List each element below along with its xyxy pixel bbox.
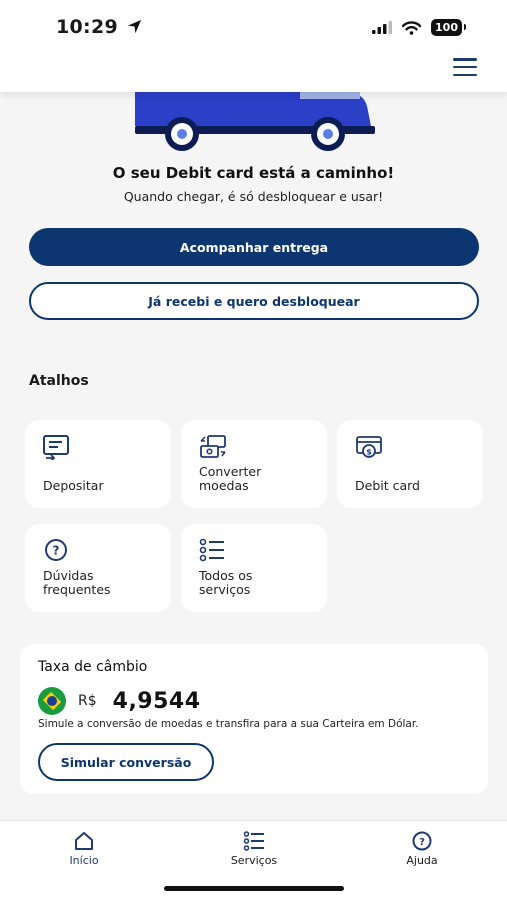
help-icon: ? — [412, 831, 432, 851]
status-indicators: 100 — [372, 19, 466, 36]
app-header — [0, 52, 507, 92]
simulate-conversion-button[interactable]: Simular conversão — [38, 743, 214, 781]
home-indicator — [164, 886, 344, 891]
location-arrow-icon — [127, 19, 141, 34]
svg-text:$: $ — [366, 448, 372, 457]
shortcut-deposit[interactable]: Depositar — [25, 420, 171, 508]
currency-exchange-icon — [200, 435, 226, 458]
exchange-rate-value: 4,9544 — [112, 688, 201, 714]
nav-item-home[interactable]: Início — [24, 831, 144, 867]
status-time: 10:29 — [56, 16, 142, 38]
svg-text:?: ? — [53, 544, 60, 558]
shortcut-label: Debit card — [355, 478, 420, 493]
delivery-title: O seu Debit card está a caminho! — [112, 164, 395, 182]
delivery-truck-illustration — [135, 92, 375, 151]
deposit-icon — [43, 435, 69, 460]
nav-label: Ajuda — [406, 854, 438, 867]
nav-label: Serviços — [230, 854, 278, 867]
debit-card-icon: $ — [356, 436, 382, 458]
shortcut-label: Dúvidas frequentes — [43, 568, 111, 597]
shortcut-convert-currency[interactable]: Converter moedas — [181, 420, 327, 508]
currency-symbol: R$ — [78, 693, 97, 709]
nav-item-help[interactable]: ? Ajuda — [362, 831, 482, 867]
shortcut-all-services[interactable]: Todos os serviços — [181, 524, 327, 612]
exchange-rate-title: Taxa de câmbio — [38, 659, 148, 675]
svg-text:?: ? — [419, 837, 425, 848]
battery-indicator: 100 — [431, 19, 466, 36]
nav-label: Início — [69, 854, 99, 867]
exchange-rate-row: R$ 4,9544 — [38, 687, 201, 715]
shortcut-label: Converter moedas — [199, 464, 262, 493]
shortcut-label: Depositar — [43, 478, 104, 493]
home-icon — [75, 832, 93, 850]
status-bar: 10:29 100 — [0, 0, 507, 52]
unlock-card-button[interactable]: Já recebi e quero desbloquear — [29, 282, 479, 320]
delivery-subtitle: Quando chegar, é só desbloquear e usar! — [123, 189, 384, 204]
wifi-icon — [402, 20, 422, 35]
exchange-rate-card: Taxa de câmbio R$ 4,9544 Simule a conver… — [20, 644, 488, 794]
shortcut-label: Todos os serviços — [199, 568, 253, 597]
nav-item-services[interactable]: Serviços — [194, 831, 314, 867]
exchange-rate-description: Simule a conversão de moedas e transfira… — [38, 718, 419, 730]
track-delivery-button[interactable]: Acompanhar entrega — [29, 228, 479, 266]
shortcuts-title: Atalhos — [29, 373, 89, 389]
services-list-icon — [243, 831, 264, 851]
question-icon: ? — [45, 539, 67, 561]
shortcut-faq[interactable]: ? Dúvidas frequentes — [25, 524, 171, 612]
hamburger-menu-icon[interactable] — [453, 58, 477, 76]
cellular-signal-icon — [372, 21, 393, 34]
services-list-icon — [199, 538, 224, 562]
brazil-flag-icon — [38, 687, 66, 715]
shortcut-debit-card[interactable]: $ Debit card — [337, 420, 483, 508]
